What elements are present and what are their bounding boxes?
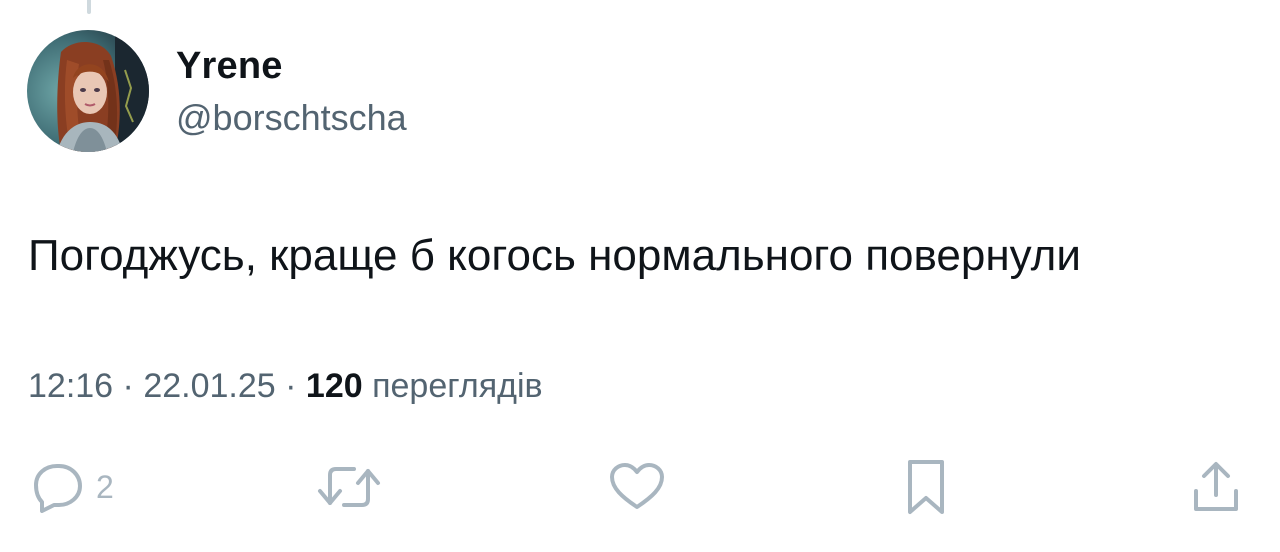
share-icon [1194, 462, 1238, 511]
retweet-icon [318, 467, 380, 507]
bookmark-button[interactable] [904, 455, 948, 519]
display-name[interactable]: Yrene [176, 44, 283, 88]
retweet-button[interactable] [316, 455, 382, 519]
reply-count: 2 [96, 469, 114, 505]
share-button[interactable] [1190, 455, 1242, 519]
tweet-date[interactable]: 22.01.25 [143, 367, 275, 405]
reply-button[interactable]: 2 [28, 455, 114, 519]
views-label: переглядів [372, 367, 543, 405]
tweet-text: Погоджусь, краще б когось нормального по… [28, 231, 1081, 280]
action-bar: 2 [0, 455, 1280, 519]
thread-connector-line [87, 0, 91, 14]
like-button[interactable] [608, 455, 666, 519]
meta-separator: · [285, 367, 297, 405]
tweet-time[interactable]: 12:16 [28, 367, 113, 405]
reply-icon [34, 464, 82, 513]
tweet-meta: 12:16 · 22.01.25 · 120 переглядів [28, 364, 543, 408]
user-handle[interactable]: @borschtscha [176, 96, 407, 140]
bookmark-icon [908, 460, 944, 514]
avatar-portrait-image [27, 30, 149, 152]
avatar[interactable] [27, 30, 149, 152]
views-count: 120 [305, 367, 363, 405]
heart-icon [610, 463, 664, 509]
meta-separator: · [122, 367, 134, 405]
